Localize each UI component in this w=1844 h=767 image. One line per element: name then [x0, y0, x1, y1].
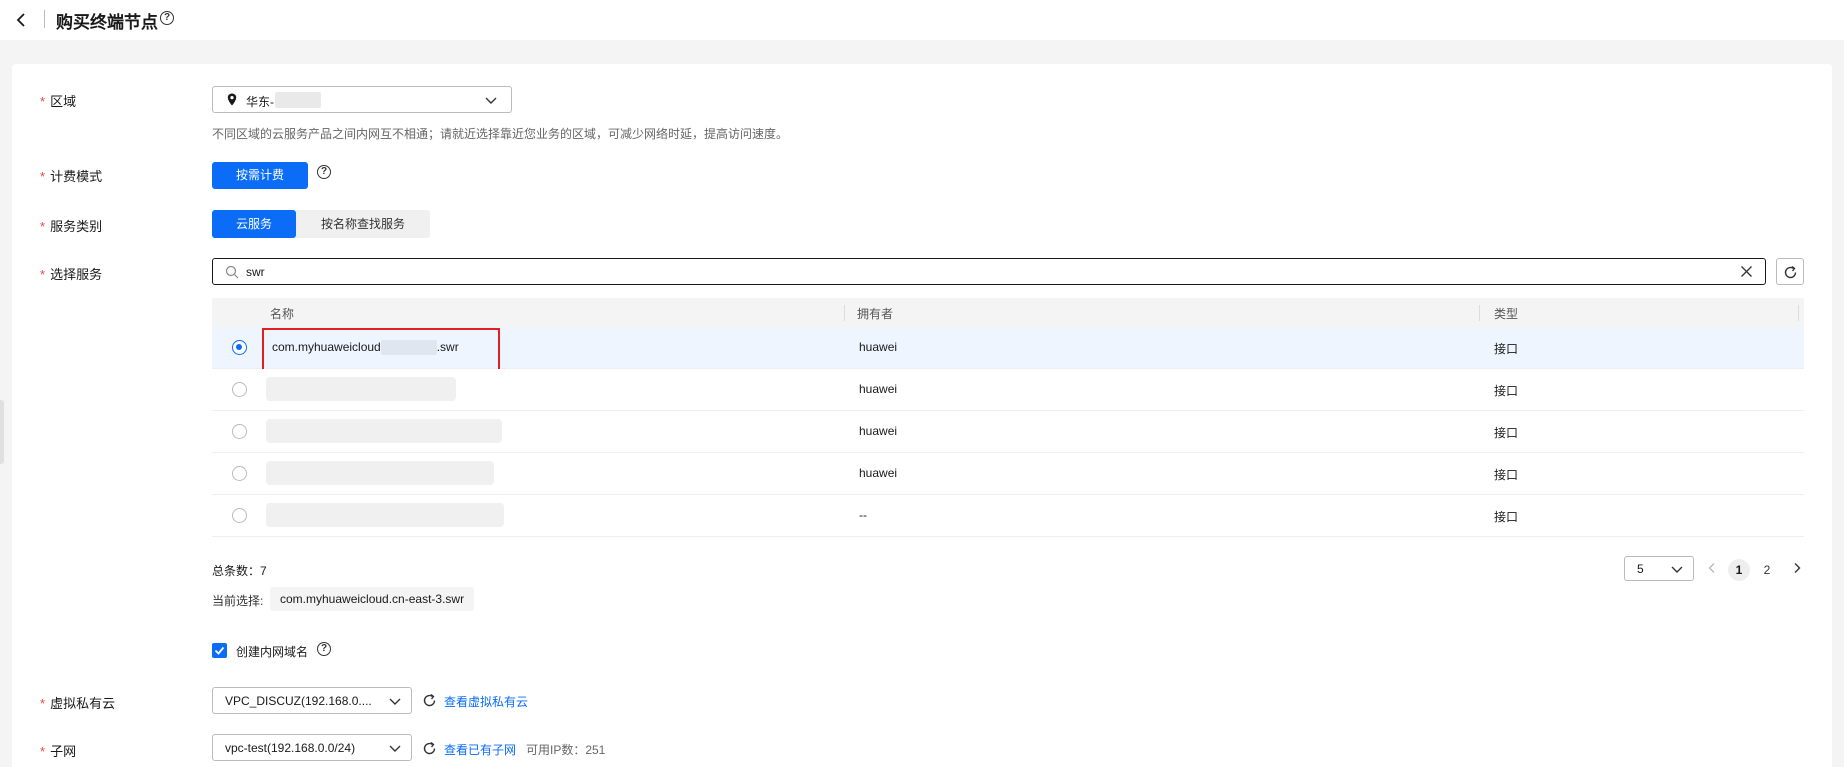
redacted-service-name	[266, 419, 502, 443]
refresh-icon[interactable]	[422, 741, 437, 756]
view-subnet-link[interactable]: 查看已有子网	[444, 741, 516, 758]
create-domain-label: 创建内网域名	[236, 645, 309, 659]
table-row[interactable]: -- 接口	[212, 495, 1804, 537]
pay-per-use-button[interactable]: 按需计费	[212, 162, 308, 189]
type-cell: 接口	[1494, 510, 1519, 524]
region-select[interactable]: 华东-	[212, 86, 512, 113]
clear-icon[interactable]	[1740, 265, 1753, 278]
total-count: 总条数：7	[212, 564, 267, 578]
service-type-toggle: 云服务 按名称查找服务	[212, 210, 430, 238]
table-row[interactable]: huawei 接口	[212, 453, 1804, 495]
owner-cell: huawei	[859, 340, 898, 354]
find-by-name-option[interactable]: 按名称查找服务	[296, 210, 430, 238]
help-icon[interactable]: ?	[160, 11, 174, 25]
vpc-value: VPC_DISCUZ(192.168.0....	[225, 694, 372, 708]
column-divider	[1479, 305, 1480, 321]
column-divider	[1798, 305, 1799, 321]
row-radio[interactable]	[232, 466, 247, 481]
vpc-select[interactable]: VPC_DISCUZ(192.168.0....	[212, 687, 412, 714]
current-selection-label: 当前选择:	[212, 594, 264, 608]
service-table: 名称 拥有者 类型 com.myhuaweicloud .swr huawei 接…	[212, 298, 1804, 537]
column-type: 类型	[1494, 307, 1519, 321]
page-1[interactable]: 1	[1728, 559, 1750, 581]
subnet-select[interactable]: vpc-test(192.168.0.0/24)	[212, 734, 412, 761]
search-icon	[225, 265, 239, 279]
current-selection-value: com.myhuaweicloud.cn-east-3.swr	[270, 587, 475, 611]
subnet-value: vpc-test(192.168.0.0/24)	[225, 741, 356, 755]
cloud-service-option[interactable]: 云服务	[212, 210, 296, 238]
view-vpc-link[interactable]: 查看虚拟私有云	[444, 693, 528, 710]
row-radio[interactable]	[232, 424, 247, 439]
owner-cell: huawei	[859, 466, 898, 480]
page-size-value: 5	[1637, 562, 1644, 576]
owner-cell: huawei	[859, 424, 898, 438]
service-search	[212, 258, 1766, 285]
redacted-service-name	[266, 461, 494, 485]
redacted-service-name	[266, 377, 456, 401]
region-label: * 区域	[40, 94, 77, 109]
table-row[interactable]: com.myhuaweicloud .swr huawei 接口	[212, 327, 1804, 374]
vpc-label: * 虚拟私有云	[40, 696, 116, 711]
refresh-button[interactable]	[1776, 258, 1804, 285]
chevron-down-icon	[1671, 566, 1683, 573]
check-icon	[214, 646, 225, 655]
type-cell: 接口	[1494, 468, 1519, 482]
location-pin-icon	[227, 93, 237, 106]
title-divider	[44, 10, 45, 28]
chevron-down-icon	[485, 97, 497, 104]
billing-label: * 计费模式	[40, 169, 103, 184]
row-radio[interactable]	[232, 508, 247, 523]
back-arrow-icon[interactable]	[12, 10, 32, 30]
column-name: 名称	[270, 307, 295, 321]
table-header: 名称 拥有者 类型	[212, 298, 1804, 327]
owner-cell: huawei	[859, 382, 898, 396]
column-owner: 拥有者	[857, 307, 894, 321]
region-value: 华东-	[246, 95, 274, 109]
table-row[interactable]: huawei 接口	[212, 369, 1804, 411]
page-2[interactable]: 2	[1756, 559, 1778, 581]
service-type-label: * 服务类别	[40, 219, 103, 234]
subnet-label: * 子网	[40, 744, 77, 759]
page-title: 购买终端节点	[56, 13, 158, 32]
type-cell: 接口	[1494, 384, 1519, 398]
refresh-icon[interactable]	[422, 693, 437, 708]
prev-page-icon[interactable]	[1706, 562, 1718, 574]
page-size-select[interactable]: 5	[1624, 556, 1694, 581]
owner-cell: --	[859, 508, 867, 522]
type-cell: 接口	[1494, 342, 1519, 356]
table-row[interactable]: huawei 接口	[212, 411, 1804, 453]
region-hint: 不同区域的云服务产品之间内网互不相通；请就近选择靠近您业务的区域，可减少网络时延…	[212, 127, 789, 141]
highlight-box	[262, 328, 500, 374]
redacted-region	[275, 92, 321, 108]
column-divider	[844, 305, 845, 321]
next-page-icon[interactable]	[1791, 562, 1803, 574]
domain-help-icon[interactable]: ?	[317, 642, 331, 656]
service-search-input[interactable]	[246, 263, 1696, 281]
side-collapse-handle[interactable]	[0, 400, 4, 464]
type-cell: 接口	[1494, 426, 1519, 440]
redacted-service-name	[266, 503, 504, 527]
select-service-label: * 选择服务	[40, 267, 103, 282]
row-radio[interactable]	[232, 340, 247, 355]
available-ip-count: 可用IP数：251	[526, 743, 606, 757]
row-radio[interactable]	[232, 382, 247, 397]
chevron-down-icon	[389, 698, 401, 705]
chevron-down-icon	[389, 745, 401, 752]
billing-help-icon[interactable]: ?	[317, 165, 331, 179]
refresh-icon	[1784, 265, 1797, 279]
top-bar: 购买终端节点 ?	[0, 0, 1844, 40]
create-domain-checkbox[interactable]	[212, 643, 227, 658]
